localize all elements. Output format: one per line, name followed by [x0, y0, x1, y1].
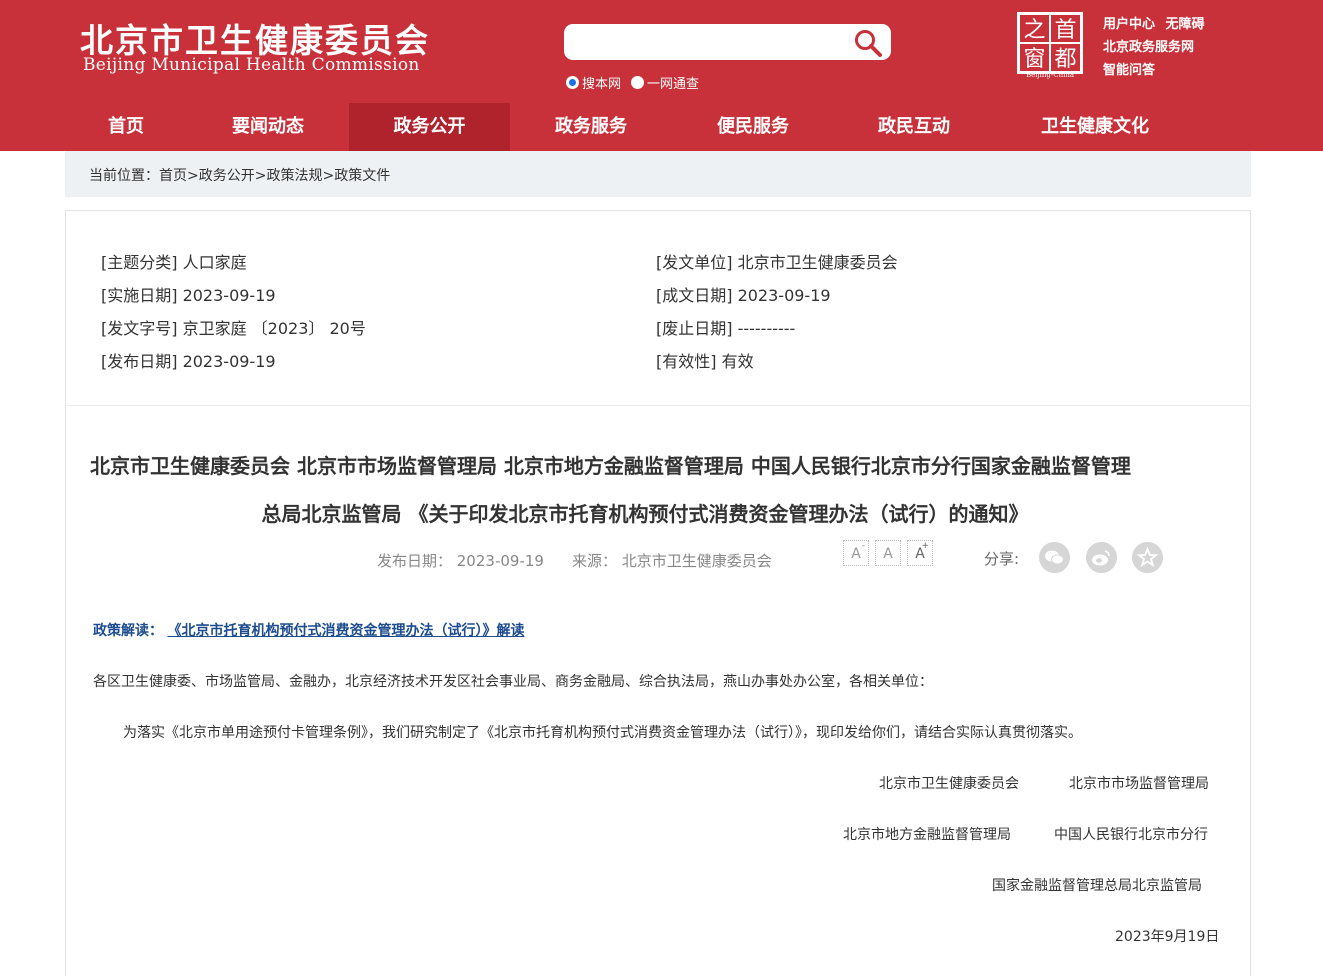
accessibility-link[interactable]: 无障碍 [1166, 17, 1205, 32]
nav-item-interaction[interactable]: 政民互动 [851, 103, 977, 151]
search-scope-all-radio[interactable]: 一网通查 [631, 73, 699, 92]
breadcrumb-policy-documents[interactable]: 政策文件 [334, 168, 390, 184]
breadcrumb-policy-regulations[interactable]: 政策法规 [266, 168, 322, 184]
signatory-health-commission: 北京市卫生健康委员会 [879, 776, 1019, 792]
search-scope-all-label: 一网通查 [647, 77, 700, 92]
signatory-market-regulation: 北京市市场监督管理局 [1069, 776, 1209, 792]
search-input[interactable] [574, 28, 848, 58]
search-box [564, 24, 891, 60]
svg-text:之: 之 [1023, 18, 1045, 43]
policy-interpretation-label: 政策解读： [93, 623, 163, 639]
meta-topic: [主题分类] 人口家庭 [101, 253, 247, 272]
nav-item-health-culture[interactable]: 卫生健康文化 [1025, 103, 1165, 151]
article-pub-date: 发布日期： 2023-09-19 [377, 552, 544, 570]
nav-item-gov-affairs-open[interactable]: 政务公开 [349, 103, 510, 151]
article-content: 北京市卫生健康委员会 北京市市场监督管理局 北京市地方金融监督管理局 中国人民银… [65, 405, 1251, 976]
breadcrumb-sep: > [322, 168, 335, 184]
quick-links: 用户中心 无障碍 北京政务服务网 智能问答 [1103, 13, 1211, 82]
meta-validity: [有效性] 有效 [656, 352, 754, 371]
signatory-local-finance: 北京市地方金融监督管理局 [843, 827, 1011, 843]
breadcrumb-prefix: 当前位置： [89, 168, 159, 184]
signatory-pboc-beijing: 中国人民银行北京市分行 [1054, 827, 1208, 843]
meta-publish-date: [发布日期] 2023-09-19 [101, 352, 276, 371]
breadcrumb-bar: 当前位置：首页>政务公开>政策法规>政策文件 [65, 151, 1251, 197]
breadcrumb-sep: > [254, 168, 267, 184]
site-logo-en[interactable]: Beijing Municipal Health Commission [83, 55, 420, 75]
svg-text:首: 首 [1054, 18, 1076, 43]
nav-item-gov-services[interactable]: 政务服务 [528, 103, 654, 151]
search-icon[interactable] [852, 27, 884, 59]
policy-interpretation-link[interactable]: 《北京市托育机构预付式消费资金管理办法（试行）》解读 [167, 623, 524, 639]
search-scope-site-label: 搜本网 [582, 77, 622, 92]
breadcrumb-gov-affairs-open[interactable]: 政务公开 [199, 168, 255, 184]
search-scope-site-radio[interactable]: 搜本网 [566, 73, 621, 92]
search-scope: 搜本网 一网通查 [566, 73, 709, 92]
radio-checked-icon [566, 76, 579, 89]
favorite-icon[interactable] [1132, 542, 1163, 573]
article-title: 北京市卫生健康委员会 北京市市场监督管理局 北京市地方金融监督管理局 中国人民银… [90, 442, 1220, 538]
nav-item-public-services[interactable]: 便民服务 [690, 103, 816, 151]
smart-qa-link[interactable]: 智能问答 [1103, 63, 1155, 78]
meta-abolish-date: [废止日期] ---------- [656, 319, 796, 338]
beijing-gov-service-link[interactable]: 北京政务服务网 [1103, 40, 1194, 55]
nav-item-home[interactable]: 首页 [80, 103, 172, 151]
article-sign-date: 2023年9月19日 [1115, 929, 1220, 945]
policy-interpretation: 政策解读： 《北京市托育机构预付式消费资金管理办法（试行）》解读 [93, 620, 524, 640]
document-metadata: [主题分类] 人口家庭 [发文单位] 北京市卫生健康委员会 [实施日期] 202… [65, 210, 1251, 406]
radio-unchecked-icon [631, 76, 645, 89]
nav-item-news[interactable]: 要闻动态 [205, 103, 331, 151]
main-nav: 首页 要闻动态 政务公开 政务服务 便民服务 政民互动 卫生健康文化 [0, 103, 1323, 151]
meta-doc-number: [发文字号] 京卫家庭 〔2023〕 20号 [101, 319, 366, 338]
svg-text:都: 都 [1054, 47, 1076, 72]
article-source: 来源： 北京市卫生健康委员会 [571, 552, 772, 570]
article-body-paragraph: 为落实《北京市单用途预付卡管理条例》，我们研究制定了《北京市托育机构预付式消费资… [123, 725, 1082, 741]
breadcrumb: 当前位置：首页>政务公开>政策法规>政策文件 [89, 165, 390, 185]
article-pub-info: 发布日期： 2023-09-19 来源： 北京市卫生健康委员会 [377, 550, 772, 571]
font-increase-icon[interactable]: A + [907, 540, 933, 566]
article-title-line1: 北京市卫生健康委员会 北京市市场监督管理局 北京市地方金融监督管理局 中国人民银… [90, 454, 1131, 478]
meta-issuer: [发文单位] 北京市卫生健康委员会 [656, 253, 898, 272]
user-center-link[interactable]: 用户中心 [1103, 17, 1155, 32]
meta-effective-date: [实施日期] 2023-09-19 [101, 286, 276, 305]
svg-text:窗: 窗 [1023, 47, 1045, 72]
wechat-icon[interactable] [1039, 542, 1070, 573]
breadcrumb-sep: > [187, 168, 199, 184]
share-label: 分享: [984, 550, 1020, 568]
meta-created-date: [成文日期] 2023-09-19 [656, 286, 831, 305]
article-title-line2: 总局北京监管局 《关于印发北京市托育机构预付式消费资金管理办法（试行）的通知》 [261, 502, 1029, 526]
seal-caption: Beijing-China [1025, 71, 1075, 79]
site-header: 北京市卫生健康委员会 Beijing Municipal Health Comm… [0, 0, 1323, 151]
font-decrease-icon[interactable]: A- [843, 540, 869, 566]
breadcrumb-home[interactable]: 首页 [159, 168, 187, 184]
article-salutation: 各区卫生健康委、市场监管局、金融办，北京经济技术开发区社会事业局、商务金融局、综… [93, 674, 933, 690]
font-reset-icon[interactable]: A [875, 540, 901, 566]
font-size-controls: A- A A + [843, 540, 939, 566]
weibo-icon[interactable] [1086, 542, 1117, 573]
signatory-nfra-beijing: 国家金融监督管理总局北京监管局 [992, 878, 1202, 894]
